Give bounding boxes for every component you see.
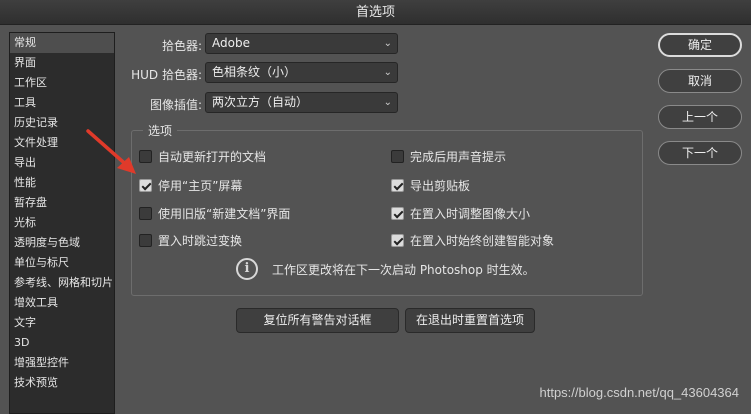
checkbox-checked[interactable]	[139, 178, 152, 192]
annotation-arrow-icon	[86, 129, 136, 174]
info-icon: i	[236, 258, 258, 280]
previous-button[interactable]: 上一个	[658, 105, 742, 129]
reset-all-warnings-button[interactable]: 复位所有警告对话框	[236, 308, 399, 333]
sidebar-item-general[interactable]: 常规	[10, 33, 114, 53]
color-picker-select[interactable]: Adobe ⌄	[205, 33, 398, 54]
checkbox[interactable]	[139, 233, 152, 247]
chevron-down-icon: ⌄	[383, 38, 392, 49]
sidebar-item-scratch-disks[interactable]: 暂存盘	[10, 193, 114, 213]
sidebar-item-tools[interactable]: 工具	[10, 93, 114, 113]
next-button[interactable]: 下一个	[658, 141, 742, 165]
sidebar-item-plugins[interactable]: 增效工具	[10, 293, 114, 313]
watermark-text: https://blog.csdn.net/qq_43604364	[539, 385, 740, 400]
checkbox[interactable]	[139, 206, 152, 220]
sidebar-item-units-rulers[interactable]: 单位与标尺	[10, 253, 114, 273]
window-titlebar: 首选项	[0, 0, 751, 25]
sidebar-item-enhanced-controls[interactable]: 增强型控件	[10, 353, 114, 373]
reset-prefs-on-quit-button[interactable]: 在退出时重置首选项	[405, 308, 535, 333]
option-resize-image-during-place[interactable]: 在置入时调整图像大小	[391, 205, 530, 221]
window-title: 首选项	[355, 5, 395, 20]
option-skip-transform-when-placing[interactable]: 置入时跳过变换	[139, 232, 242, 248]
hud-picker-label: HUD 拾色器:	[131, 68, 202, 82]
interpolation-value: 两次立方（自动）	[212, 95, 309, 109]
option-export-clipboard[interactable]: 导出剪贴板	[391, 177, 470, 193]
option-disable-home-screen[interactable]: 停用“主页”屏幕	[139, 177, 242, 193]
option-always-create-smart-objects[interactable]: 在置入时始终创建智能对象	[391, 232, 554, 248]
hud-picker-value: 色相条纹（小）	[212, 65, 297, 79]
checkbox-checked[interactable]	[391, 178, 404, 192]
options-group-title: 选项	[143, 122, 178, 139]
interpolation-label: 图像插值:	[149, 98, 202, 112]
option-beep-when-done[interactable]: 完成后用声音提示	[391, 148, 506, 164]
chevron-down-icon: ⌄	[383, 67, 392, 78]
checkbox-checked[interactable]	[391, 233, 404, 247]
interpolation-select[interactable]: 两次立方（自动） ⌄	[205, 92, 398, 113]
sidebar-item-cursors[interactable]: 光标	[10, 213, 114, 233]
checkbox[interactable]	[391, 149, 404, 163]
sidebar-item-transparency-gamut[interactable]: 透明度与色域	[10, 233, 114, 253]
workspace-info-note: i 工作区更改将在下一次启动 Photoshop 时生效。	[236, 258, 535, 280]
sidebar-item-3d[interactable]: 3D	[10, 333, 114, 353]
sidebar-item-interface[interactable]: 界面	[10, 53, 114, 73]
color-picker-label: 拾色器:	[161, 39, 202, 53]
chevron-down-icon: ⌄	[383, 97, 392, 108]
sidebar-item-type[interactable]: 文字	[10, 313, 114, 333]
checkbox-checked[interactable]	[391, 206, 404, 220]
sidebar-item-guides-grid-slices[interactable]: 参考线、网格和切片	[10, 273, 114, 293]
preferences-sidebar[interactable]: 常规 界面 工作区 工具 历史记录 文件处理 导出 性能 暂存盘 光标 透明度与…	[9, 32, 115, 414]
option-legacy-new-document[interactable]: 使用旧版“新建文档”界面	[139, 205, 290, 221]
ok-button[interactable]: 确定	[658, 33, 742, 57]
option-auto-update-open-documents[interactable]: 自动更新打开的文档	[139, 148, 266, 164]
color-picker-value: Adobe	[212, 36, 250, 50]
cancel-button[interactable]: 取消	[658, 69, 742, 93]
sidebar-item-workspace[interactable]: 工作区	[10, 73, 114, 93]
hud-picker-select[interactable]: 色相条纹（小） ⌄	[205, 62, 398, 83]
sidebar-item-technology-previews[interactable]: 技术预览	[10, 373, 114, 393]
